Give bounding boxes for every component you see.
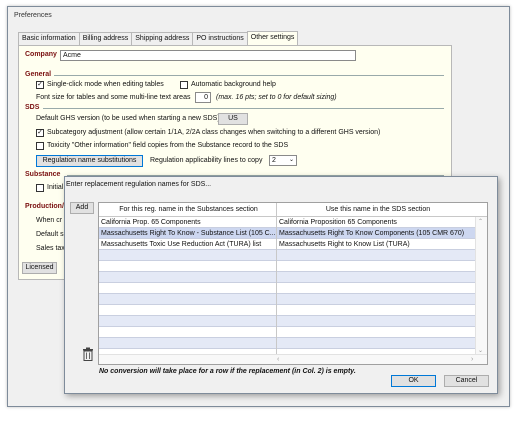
horizontal-scrollbar[interactable]: ‹ › <box>99 354 487 364</box>
empty-row[interactable] <box>99 272 477 283</box>
regulation-substitution-dialog: Enter replacement regulation names for S… <box>64 176 498 394</box>
col2-header: Use this name in the SDS section <box>325 206 431 213</box>
vertical-scrollbar[interactable]: ⌃ ⌄ <box>475 217 487 355</box>
production-heading: Production/ <box>25 203 64 210</box>
tab-basic-information[interactable]: Basic information <box>18 32 80 45</box>
tab-other-settings[interactable]: Other settings <box>246 31 299 45</box>
col1-header: For this reg. name in the Substances sec… <box>119 206 258 213</box>
sds-heading: SDS <box>25 104 40 111</box>
row-col2[interactable]: California Proposition 65 Components <box>277 217 477 228</box>
licensed-button[interactable]: Licensed <box>22 262 57 274</box>
default-ghs-label: Default GHS version (to be used when sta… <box>36 115 220 122</box>
when-created-label: When cr <box>36 217 63 224</box>
initial-checkbox[interactable] <box>36 184 44 192</box>
empty-row[interactable] <box>99 294 477 305</box>
empty-row[interactable] <box>99 283 477 294</box>
scroll-down-icon[interactable]: ⌄ <box>478 347 483 354</box>
reg-lines-value: 2 <box>272 157 276 164</box>
cancel-button[interactable]: Cancel <box>444 375 489 387</box>
general-heading: General <box>25 71 52 78</box>
chevron-down-icon: ⌄ <box>288 157 294 163</box>
scroll-up-icon[interactable]: ⌃ <box>478 218 483 225</box>
empty-row[interactable] <box>99 305 477 316</box>
scroll-right-icon[interactable]: › <box>471 355 473 364</box>
dialog-title: Enter replacement regulation names for S… <box>66 181 212 188</box>
auto-bg-help-label: Automatic background help <box>191 81 276 88</box>
tab-billing-address[interactable]: Billing address <box>78 32 133 45</box>
default-ghs-button[interactable]: US <box>218 113 248 125</box>
row-col1[interactable]: Massachusetts Right To Know - Substance … <box>99 228 276 239</box>
regulation-substitutions-button[interactable]: Regulation name substitutions <box>36 155 143 167</box>
empty-row[interactable] <box>99 261 477 272</box>
font-size-label: Font size for tables and some multi-line… <box>36 94 191 101</box>
default-label: Default s <box>36 231 64 238</box>
row-col2[interactable]: Massachusetts Right To Know Components (… <box>277 228 477 239</box>
table-header: For this reg. name in the Substances sec… <box>99 203 487 217</box>
font-size-input[interactable]: 0 <box>195 92 211 103</box>
conversion-note: No conversion will take place for a row … <box>99 368 356 375</box>
table-row[interactable]: California Prop. 65 Components Californi… <box>99 217 477 228</box>
tab-po-instructions[interactable]: PO instructions <box>192 32 248 45</box>
sales-tax-label: Sales tax <box>36 245 65 252</box>
font-size-hint: (max. 16 pts; set to 0 for default sizin… <box>216 94 337 101</box>
row-col1[interactable]: California Prop. 65 Components <box>99 217 276 228</box>
substance-heading: Substance <box>25 171 61 178</box>
single-click-checkbox[interactable]: ✓ <box>36 81 44 89</box>
column-divider <box>276 217 277 356</box>
toxicity-label: Toxicity "Other information" field copie… <box>47 142 289 149</box>
add-button[interactable]: Add <box>70 202 94 214</box>
company-label: Company <box>25 51 57 58</box>
company-input[interactable]: Acme <box>60 50 356 61</box>
table-row-selected[interactable]: Massachusetts Right To Know - Substance … <box>99 228 477 239</box>
sds-divider <box>43 108 444 109</box>
empty-row[interactable] <box>99 338 477 349</box>
scroll-left-icon[interactable]: ‹ <box>277 355 279 364</box>
trash-icon[interactable] <box>82 347 94 361</box>
general-divider <box>54 75 444 76</box>
toxicity-checkbox[interactable] <box>36 142 44 150</box>
single-click-label: Single-click mode when editing tables <box>47 81 164 88</box>
reg-lines-label: Regulation applicability lines to copy <box>150 157 263 164</box>
reg-lines-select[interactable]: 2 ⌄ <box>269 155 297 166</box>
empty-row[interactable] <box>99 250 477 261</box>
empty-row[interactable] <box>99 327 477 338</box>
auto-bg-help-checkbox[interactable] <box>180 81 188 89</box>
tab-shipping-address[interactable]: Shipping address <box>131 32 194 45</box>
row-col1[interactable]: Massachusetts Toxic Use Reduction Act (T… <box>99 239 276 250</box>
row-col2[interactable]: Massachusetts Right to Know List (TURA) <box>277 239 477 250</box>
initial-label: Initial <box>47 184 64 191</box>
tab-bar: Basic information Billing address Shippi… <box>18 31 299 45</box>
empty-row[interactable] <box>99 316 477 327</box>
subcategory-label: Subcategory adjustment (allow certain 1/… <box>47 129 381 136</box>
table-row[interactable]: Massachusetts Toxic Use Reduction Act (T… <box>99 239 477 250</box>
subcategory-checkbox[interactable]: ✓ <box>36 129 44 137</box>
window-title: Preferences <box>14 12 52 19</box>
ok-button[interactable]: OK <box>391 375 436 387</box>
substitution-table: For this reg. name in the Substances sec… <box>98 202 488 365</box>
